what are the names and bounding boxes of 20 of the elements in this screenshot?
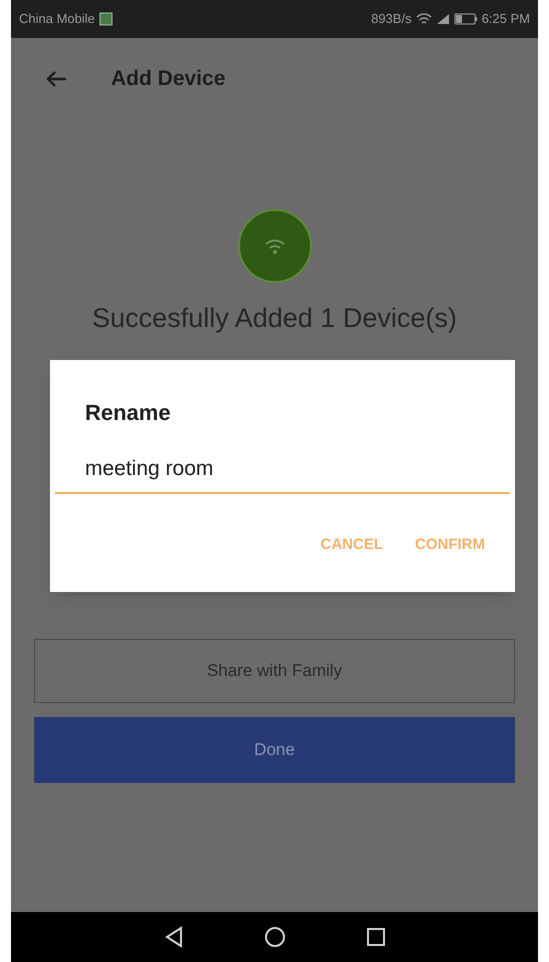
dialog-title: Rename <box>85 399 171 427</box>
home-nav-icon[interactable] <box>264 926 286 948</box>
sim-icon <box>98 12 113 26</box>
dialog-action-button[interactable]: CONFIRM <box>415 534 485 556</box>
clock: 6:25 PM <box>482 10 530 28</box>
back-arrow-icon <box>45 70 67 88</box>
network-speed: 893B/s <box>371 10 412 28</box>
rename-field[interactable]: meeting room <box>55 436 510 494</box>
share-button[interactable]: Share with Family <box>34 638 515 702</box>
dialog-action-button[interactable]: CANCEL <box>320 534 383 556</box>
recents-nav-icon[interactable] <box>366 927 386 947</box>
success-message: Succesfully Added 1 Device(s) <box>92 302 457 335</box>
done-button[interactable]: Done <box>34 716 515 782</box>
back-nav-icon[interactable] <box>164 926 184 948</box>
wifi-device-icon <box>236 208 312 284</box>
signal-icon <box>436 13 450 25</box>
carrier-name: China Mobile <box>19 10 95 28</box>
wifi-icon <box>416 13 432 25</box>
battery-icon <box>454 13 478 25</box>
page-title: Add Device <box>111 66 226 92</box>
